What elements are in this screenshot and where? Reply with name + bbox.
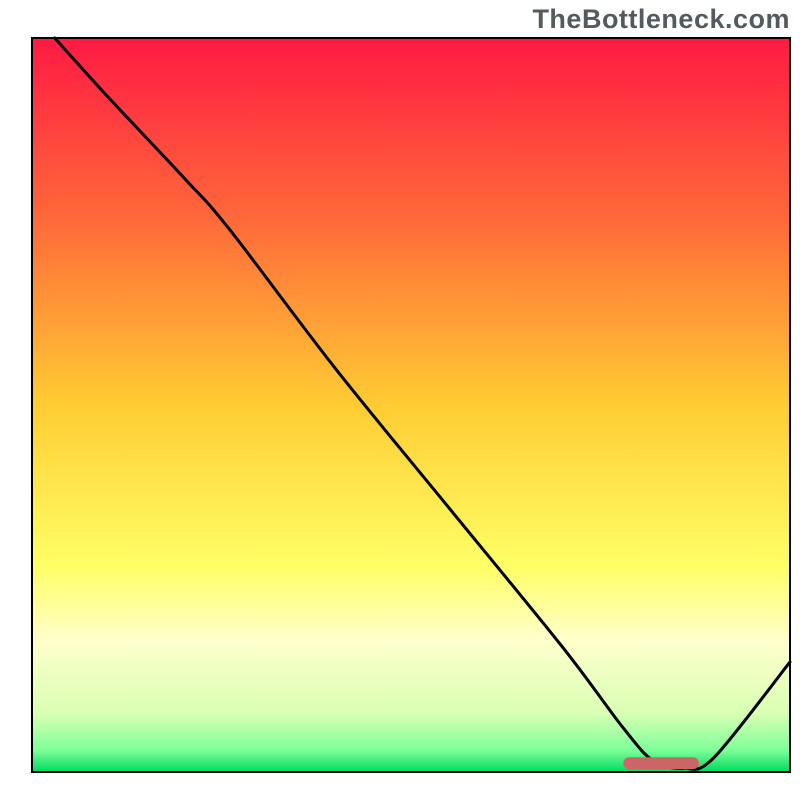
optimal-band-marker	[623, 757, 699, 769]
chart-frame: TheBottleneck.com	[0, 0, 800, 800]
bottleneck-chart	[0, 0, 800, 800]
watermark-label: TheBottleneck.com	[532, 4, 790, 35]
plot-area	[32, 38, 790, 772]
